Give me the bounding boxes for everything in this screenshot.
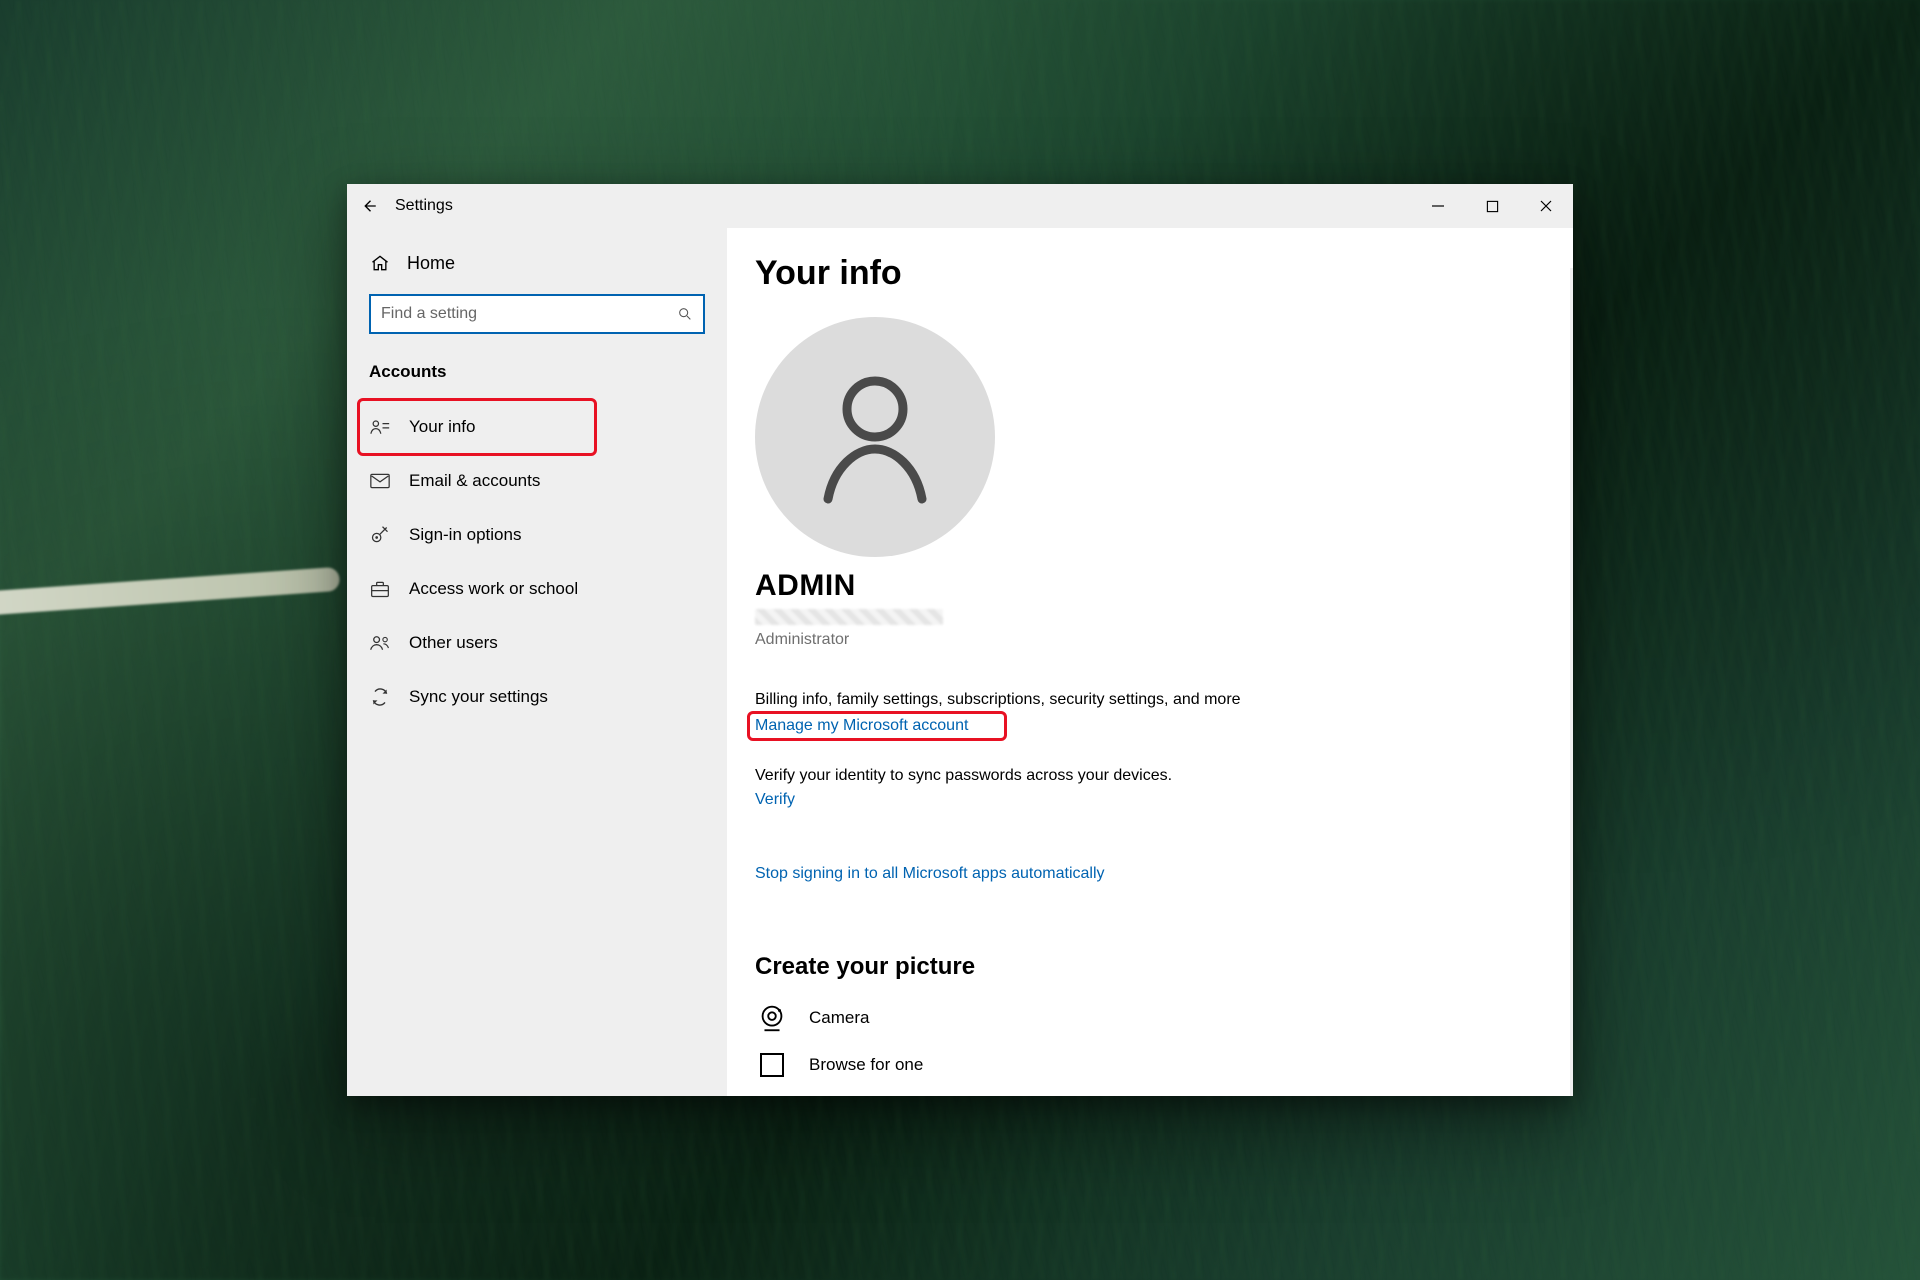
- avatar: [755, 317, 995, 557]
- maximize-button[interactable]: [1465, 184, 1519, 228]
- camera-option[interactable]: Camera: [755, 1003, 1545, 1033]
- titlebar: Settings: [347, 184, 1573, 228]
- search-input[interactable]: [381, 305, 677, 323]
- picture-heading: Create your picture: [755, 953, 1545, 981]
- settings-window: Settings Home: [347, 184, 1573, 1096]
- verify-link[interactable]: Verify: [755, 791, 795, 809]
- billing-description: Billing info, family settings, subscript…: [755, 691, 1545, 709]
- nav-sync-settings[interactable]: Sync your settings: [347, 670, 727, 724]
- account-role: Administrator: [755, 631, 1545, 649]
- browse-label: Browse for one: [809, 1055, 923, 1075]
- close-button[interactable]: [1519, 184, 1573, 228]
- nav-email-accounts[interactable]: Email & accounts: [347, 454, 727, 508]
- home-label: Home: [407, 253, 455, 274]
- highlight-your-info: [357, 398, 597, 456]
- camera-label: Camera: [809, 1008, 869, 1028]
- nav-label: Email & accounts: [409, 471, 540, 491]
- stop-signin-link[interactable]: Stop signing in to all Microsoft apps au…: [755, 865, 1545, 883]
- redacted-email: [755, 609, 943, 625]
- home-icon: [369, 253, 391, 273]
- nav-label: Sign-in options: [409, 525, 521, 545]
- category-title: Accounts: [369, 362, 705, 382]
- mail-icon: [369, 473, 391, 489]
- back-arrow-icon: [360, 197, 378, 215]
- person-icon: [810, 367, 940, 507]
- maximize-icon: [1486, 200, 1499, 213]
- nav-label: Other users: [409, 633, 498, 653]
- nav-list: Your info Email & accounts Sign-in optio…: [347, 400, 727, 724]
- verify-description: Verify your identity to sync passwords a…: [755, 767, 1545, 785]
- home-nav[interactable]: Home: [369, 236, 705, 290]
- browse-icon: [755, 1051, 789, 1079]
- nav-label: Sync your settings: [409, 687, 548, 707]
- window-title: Settings: [395, 197, 453, 215]
- nav-access-work-school[interactable]: Access work or school: [347, 562, 727, 616]
- nav-other-users[interactable]: Other users: [347, 616, 727, 670]
- nav-signin-options[interactable]: Sign-in options: [347, 508, 727, 562]
- minimize-button[interactable]: [1411, 184, 1465, 228]
- page-heading: Your info: [755, 254, 1545, 293]
- username: ADMIN: [755, 569, 1545, 603]
- people-icon: [369, 634, 391, 652]
- browse-option[interactable]: Browse for one: [755, 1051, 1545, 1079]
- content-pane: Your info ADMIN Administrator Billing in…: [727, 228, 1573, 1096]
- decorative-stem: [0, 567, 340, 617]
- minimize-icon: [1431, 199, 1445, 213]
- nav-your-info[interactable]: Your info: [347, 400, 727, 454]
- close-icon: [1539, 199, 1553, 213]
- sync-icon: [369, 687, 391, 707]
- nav-label: Access work or school: [409, 579, 578, 599]
- back-button[interactable]: [347, 184, 391, 228]
- key-icon: [369, 525, 391, 545]
- search-icon: [677, 306, 693, 322]
- search-input-wrap[interactable]: [369, 294, 705, 334]
- briefcase-icon: [369, 580, 391, 598]
- scrollbar-track[interactable]: [1570, 268, 1573, 1096]
- camera-icon: [755, 1003, 789, 1033]
- highlight-manage-link: [747, 711, 1007, 741]
- sidebar: Home Accounts: [347, 228, 727, 1096]
